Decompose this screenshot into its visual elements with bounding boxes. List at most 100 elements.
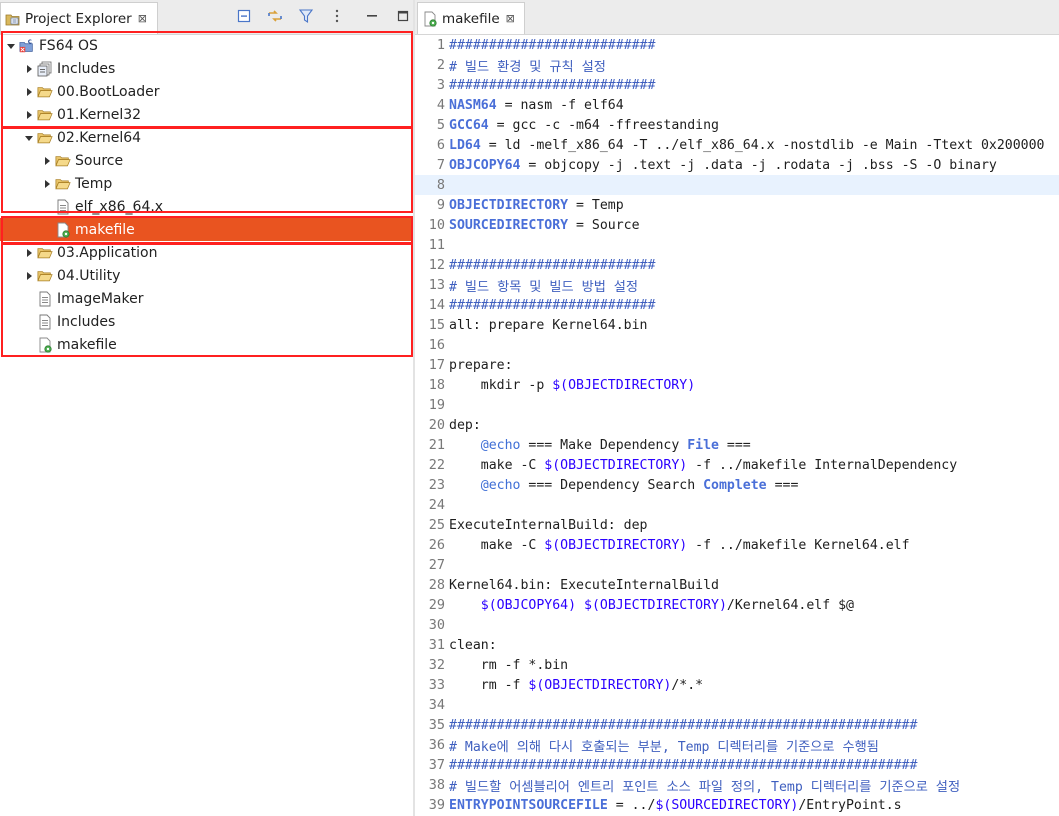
tab-makefile[interactable]: makefile ⊠ — [417, 2, 525, 34]
chevron-down-icon[interactable] — [23, 132, 35, 144]
code-line[interactable]: 25 ExecuteInternalBuild: dep — [415, 515, 1059, 535]
code-token: clean: — [449, 637, 497, 653]
code-line[interactable]: 3 ########################## — [415, 75, 1059, 95]
code-line[interactable]: 35 ######################################… — [415, 715, 1059, 735]
code-line[interactable]: 22 make -C $(OBJECTDIRECTORY) -f ../make… — [415, 455, 1059, 475]
code-line[interactable]: 37 ######################################… — [415, 755, 1059, 775]
code-line[interactable]: 20 dep: — [415, 415, 1059, 435]
code-line[interactable]: 31 clean: — [415, 635, 1059, 655]
code-line[interactable]: 12 ########################## — [415, 255, 1059, 275]
chevron-right-icon[interactable] — [23, 63, 35, 75]
tree-item[interactable]: Temp — [0, 172, 413, 195]
chevron-down-icon[interactable] — [5, 40, 17, 52]
code-line[interactable]: 15 all: prepare Kernel64.bin — [415, 315, 1059, 335]
folder-icon — [37, 107, 53, 123]
code-line[interactable]: 18 mkdir -p $(OBJECTDIRECTORY) — [415, 375, 1059, 395]
chevron-right-icon[interactable] — [41, 155, 53, 167]
tree-item[interactable]: 00.BootLoader — [0, 80, 413, 103]
code-line[interactable]: 4 NASM64 = nasm -f elf64 — [415, 95, 1059, 115]
code-token: Complete — [703, 477, 767, 493]
code-line[interactable]: 19 — [415, 395, 1059, 415]
folder-icon — [37, 84, 53, 100]
tree-item-label: 04.Utility — [57, 267, 121, 284]
explorer-tab-title: Project Explorer — [25, 10, 132, 27]
code-line[interactable]: 34 — [415, 695, 1059, 715]
code-line[interactable]: 39 ENTRYPOINTSOURCEFILE = ../$(SOURCEDIRE… — [415, 795, 1059, 815]
code-line[interactable]: 30 — [415, 615, 1059, 635]
chevron-right-icon[interactable] — [23, 109, 35, 121]
code-line[interactable]: 33 rm -f $(OBJECTDIRECTORY)/*.* — [415, 675, 1059, 695]
code-line[interactable]: 28 Kernel64.bin: ExecuteInternalBuild — [415, 575, 1059, 595]
line-number: 3 — [436, 77, 445, 93]
tree-item[interactable]: 03.Application — [0, 241, 413, 264]
code-token: File — [687, 437, 719, 453]
tree-item[interactable]: Includes — [0, 57, 413, 80]
code-line[interactable]: 16 — [415, 335, 1059, 355]
code-token: # 빌드 환경 및 규칙 설정 — [449, 59, 606, 75]
chevron-right-icon[interactable] — [23, 247, 35, 259]
line-number: 7 — [436, 157, 445, 173]
tree-item[interactable]: makefile — [0, 218, 413, 241]
line-number: 5 — [436, 117, 445, 133]
line-number: 39 — [428, 797, 445, 813]
code-line[interactable]: 38 # 빌드할 어셈블리어 엔트리 포인트 소스 파일 정의, Temp 디렉터… — [415, 775, 1059, 795]
code-line[interactable]: 9 OBJECTDIRECTORY = Temp — [415, 195, 1059, 215]
code-line[interactable]: 8 — [415, 175, 1059, 195]
code-line[interactable]: 6 LD64 = ld -melf_x86_64 -T ../elf_x86_64… — [415, 135, 1059, 155]
code-text: @echo === Dependency Search Complete === — [449, 477, 799, 493]
chevron-right-icon[interactable] — [23, 86, 35, 98]
code-line[interactable]: 23 @echo === Dependency Search Complete … — [415, 475, 1059, 495]
minimize-icon[interactable] — [362, 6, 382, 26]
makefile-icon — [55, 222, 71, 238]
line-number: 37 — [428, 757, 445, 773]
code-token: $(OBJCOPY64) — [480, 597, 577, 613]
collapse-all-icon[interactable] — [234, 6, 254, 26]
code-line[interactable]: 5 GCC64 = gcc -c -m64 -ffreestanding — [415, 115, 1059, 135]
chevron-right-icon[interactable] — [23, 270, 35, 282]
code-line[interactable]: 26 make -C $(OBJECTDIRECTORY) -f ../make… — [415, 535, 1059, 555]
code-line[interactable]: 10 SOURCEDIRECTORY = Source — [415, 215, 1059, 235]
chevron-right-icon[interactable] — [41, 178, 53, 190]
code-line[interactable]: 24 — [415, 495, 1059, 515]
code-line[interactable]: 36 # Make에 의해 다시 호출되는 부분, Temp 디렉터리를 기준으로… — [415, 735, 1059, 755]
tree-item[interactable]: 04.Utility — [0, 264, 413, 287]
code-line[interactable]: 13 # 빌드 항목 및 빌드 방법 설정 — [415, 275, 1059, 295]
tree-item[interactable]: Includes — [0, 310, 413, 333]
line-number: 19 — [428, 397, 445, 413]
code-token: prepare: — [449, 357, 513, 373]
code-line[interactable]: 29 $(OBJCOPY64) $(OBJECTDIRECTORY)/Kerne… — [415, 595, 1059, 615]
tree-item[interactable]: elf_x86_64.x — [0, 195, 413, 218]
maximize-icon[interactable] — [393, 6, 413, 26]
tree-item[interactable]: Source — [0, 149, 413, 172]
code-line[interactable]: 32 rm -f *.bin — [415, 655, 1059, 675]
filter-icon[interactable] — [296, 6, 316, 26]
code-line[interactable]: 21 @echo === Make Dependency File === — [415, 435, 1059, 455]
code-token: make -C — [449, 457, 545, 473]
close-icon[interactable]: ⊠ — [138, 12, 147, 25]
close-icon[interactable]: ⊠ — [506, 12, 515, 25]
code-line[interactable]: 27 — [415, 555, 1059, 575]
code-line[interactable]: 11 — [415, 235, 1059, 255]
tree-item[interactable]: C FS64 OS — [0, 34, 413, 57]
tree-item-label: Temp — [75, 175, 113, 192]
makefile-icon — [422, 11, 438, 27]
tree-item[interactable]: 02.Kernel64 — [0, 126, 413, 149]
tab-project-explorer[interactable]: Project Explorer ⊠ — [0, 2, 158, 34]
tree-item[interactable]: makefile — [0, 333, 413, 356]
tree-item[interactable]: ImageMaker — [0, 287, 413, 310]
code-token: # Make에 의해 다시 호출되는 부분, Temp 디렉터리를 기준으로 수… — [449, 739, 879, 755]
project-explorer-icon — [5, 11, 21, 27]
line-number: 8 — [436, 177, 445, 193]
code-line[interactable]: 1 ########################## — [415, 35, 1059, 55]
line-number: 1 — [436, 37, 445, 53]
code-line[interactable]: 14 ########################## — [415, 295, 1059, 315]
code-text: Kernel64.bin: ExecuteInternalBuild — [449, 578, 719, 593]
tree-item-label: makefile — [57, 336, 117, 353]
line-number: 10 — [428, 217, 445, 233]
tree-item[interactable]: 01.Kernel32 — [0, 103, 413, 126]
code-line[interactable]: 2 # 빌드 환경 및 규칙 설정 — [415, 55, 1059, 75]
link-with-editor-icon[interactable] — [265, 6, 285, 26]
code-line[interactable]: 17 prepare: — [415, 355, 1059, 375]
code-line[interactable]: 7 OBJCOPY64 = objcopy -j .text -j .data -… — [415, 155, 1059, 175]
view-menu-icon[interactable] — [327, 6, 347, 26]
